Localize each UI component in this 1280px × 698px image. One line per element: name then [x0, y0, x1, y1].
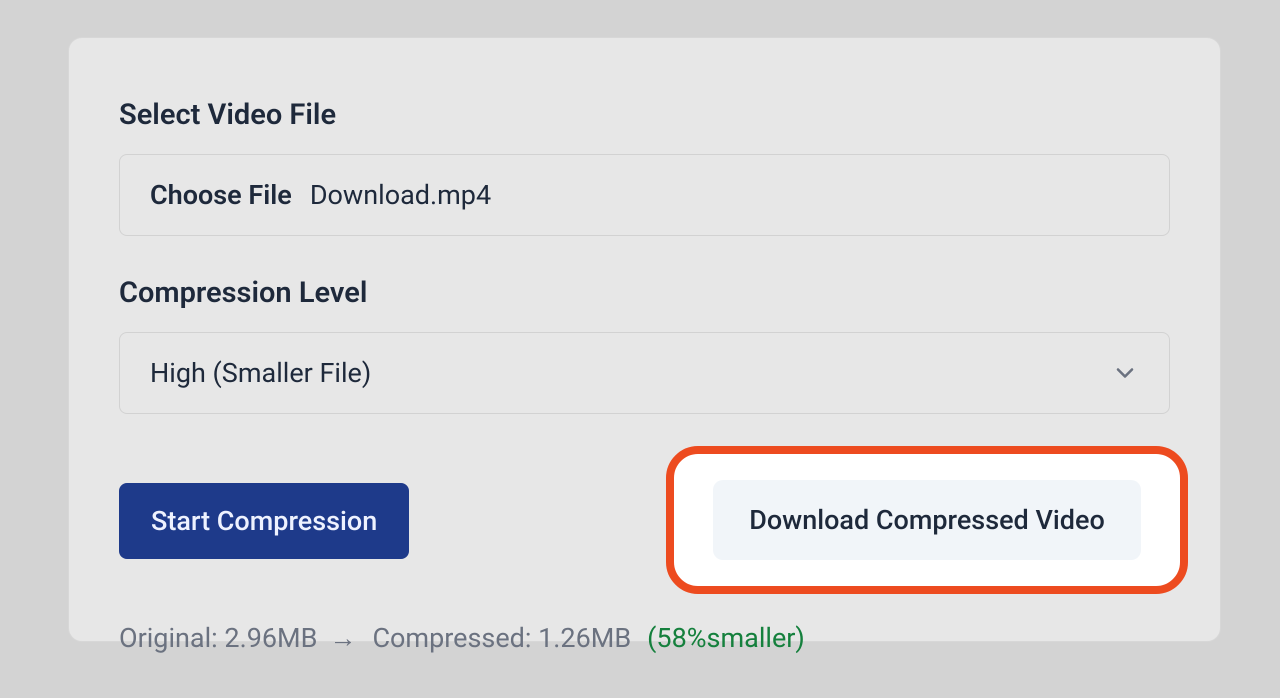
- selected-file-name: Download.mp4: [310, 179, 491, 211]
- download-compressed-button[interactable]: Download Compressed Video: [713, 480, 1141, 560]
- compression-level-select[interactable]: High (Smaller File): [119, 332, 1170, 414]
- original-size-text: Original: 2.96MB: [119, 622, 317, 654]
- select-file-label: Select Video File: [119, 98, 1170, 132]
- choose-file-button[interactable]: Choose File: [150, 179, 292, 211]
- compression-stats: Original: 2.96MB → Compressed: 1.26MB (5…: [119, 622, 1170, 654]
- start-compression-button[interactable]: Start Compression: [119, 483, 409, 559]
- compression-level-value: High (Smaller File): [150, 357, 371, 389]
- download-highlight: Download Compressed Video: [666, 446, 1188, 594]
- file-input-row[interactable]: Choose File Download.mp4: [119, 154, 1170, 236]
- compressed-size-text: Compressed: 1.26MB: [372, 622, 631, 654]
- chevron-down-icon: [1111, 359, 1139, 387]
- arrow-icon: →: [327, 622, 362, 654]
- reduction-percent-text: (58%smaller): [647, 622, 805, 654]
- actions-row: Start Compression Download Compressed Vi…: [119, 448, 1170, 594]
- compression-card: Select Video File Choose File Download.m…: [68, 37, 1221, 642]
- compression-level-label: Compression Level: [119, 276, 1170, 310]
